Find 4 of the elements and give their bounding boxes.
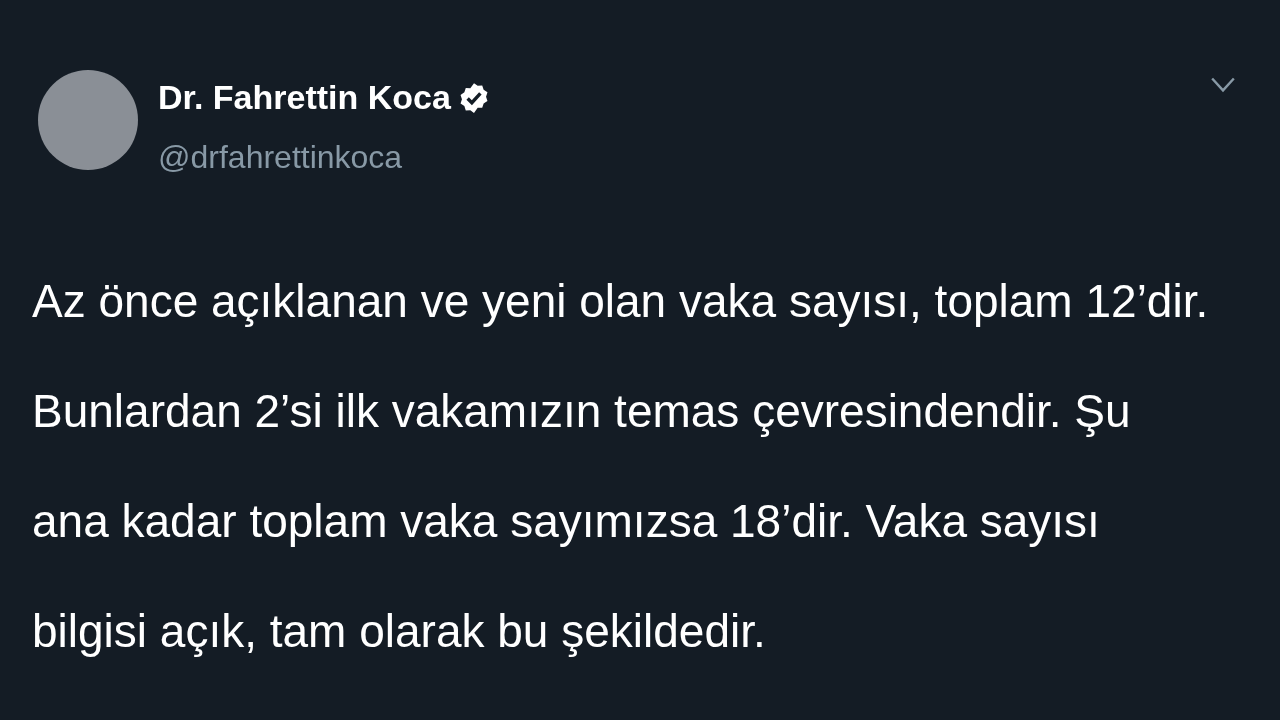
author-name[interactable]: Dr. Fahrettin Koca xyxy=(158,78,451,117)
author-handle[interactable]: @drfahrettinkoca xyxy=(158,139,1210,176)
chevron-down-icon[interactable] xyxy=(1210,76,1236,94)
tweet-text: Az önce açıklanan ve yeni olan vaka sayısı, toplam 12’dir. Bunlardan 2’si ilk vakamızın temas çevresindendir. Şu ana kadar toplam vaka sayımızsa 18’dir. Vaka sayısı bilgisi açık, tam olarak bu şekildedir. xyxy=(32,274,1210,659)
